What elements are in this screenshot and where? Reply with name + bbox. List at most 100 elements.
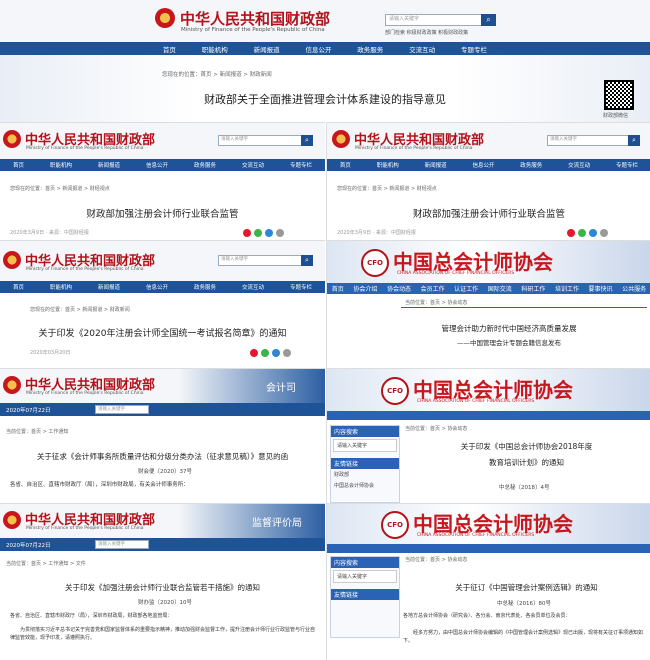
sidebar-search-input[interactable]: 请输入关键字 [333,570,397,583]
article-title: 财政部加强注册会计师行业联合监管 [86,209,239,220]
search-button[interactable]: ⌕ [301,135,313,146]
search-input[interactable]: 请输入关键字 [385,14,484,26]
article-title: 关于征订《中国管理会计案例选辑》的通知 [455,583,598,592]
qq-icon[interactable] [265,229,273,237]
cfo-nav [327,544,650,553]
article-meta: 2020年3月9日 · 来源：中国财经报 [337,230,416,236]
nav-services[interactable]: 政务服务 [520,161,542,169]
nav-topics[interactable]: 专题专栏 [290,161,312,169]
share-bar [567,229,608,237]
share-icon[interactable] [276,229,284,237]
wechat-icon[interactable] [578,229,586,237]
search-input[interactable]: 请输入关键字 [95,540,149,549]
cfo-banner: CFO 中国总会计师协会 CHINA ASSOCIATION OF CHIEF … [327,241,650,283]
panel-mof-accounting-dept: 中华人民共和国财政部 Ministry of Finance of the Pe… [0,368,325,504]
date-bar: 2020年07月22日 请输入关键字 [0,403,325,416]
nav-home[interactable]: 首页 [340,161,351,169]
search-input[interactable]: 请输入关键字 [95,405,149,414]
nav-home[interactable]: 首页 [13,283,24,291]
nav-topics[interactable]: 专题专栏 [616,161,638,169]
cfo-logo-icon: CFO [361,249,389,277]
search-button[interactable]: ⌕ [628,135,640,146]
nav-info[interactable]: 信息公开 [305,44,331,54]
search-input[interactable]: 请输入关键字 [547,135,629,146]
mof-logo-en: Ministry of Finance of the People's Repu… [181,27,325,33]
date-bar: 2020年07月22日 请输入关键字 [0,538,325,551]
search-button[interactable]: ⌕ [301,255,313,266]
nav-info[interactable]: 信息公开 [472,161,494,169]
nav-interaction[interactable]: 交流互动 [242,283,264,291]
breadcrumb: 当前位置：首页 > 协会动态 [405,300,468,306]
nav-departments[interactable]: 职能机构 [377,161,399,169]
nav-home[interactable]: 首页 [163,44,176,54]
cfo-nav-certification[interactable]: 认证工作 [454,284,478,293]
cfo-nav-public[interactable]: 公共服务 [622,284,646,293]
nav-departments[interactable]: 职能机构 [50,161,72,169]
nav-info[interactable]: 信息公开 [146,283,168,291]
article-body-line2: 经多方努力，由中国总会计师协会编辑的《中国管理会计案例选辑》现已出版，现将有关征… [403,630,644,644]
weibo-icon[interactable] [250,349,258,357]
quick-links[interactable]: 部门检索 积极财政政策 积极财政政策 [385,29,468,36]
nav-news[interactable]: 新闻报道 [98,283,120,291]
nav-interaction[interactable]: 交流互动 [409,44,435,54]
panel-mof-joint-supervision-b: 中华人民共和国财政部 Ministry of Finance of the Pe… [326,122,650,241]
cfo-nav-news[interactable]: 协会动态 [387,284,411,293]
nav-interaction[interactable]: 交流互动 [242,161,264,169]
current-date: 2020年07月22日 [6,543,51,549]
mof-header: 中华人民共和国财政部 Ministry of Finance of the Pe… [0,241,325,283]
nav-topics[interactable]: 专题专栏 [461,44,487,54]
nav-services[interactable]: 政务服务 [194,283,216,291]
article-title: 财政部关于全面推进管理会计体系建设的指导意见 [204,93,446,106]
article-subtitle: ——中国管理会计专题会籍信息发布 [457,339,561,347]
search-input[interactable]: 请输入关键字 [218,255,302,266]
sidebar-search-input[interactable]: 请输入关键字 [333,439,397,452]
nav-departments[interactable]: 职能机构 [50,283,72,291]
nav-news[interactable]: 新闻报道 [425,161,447,169]
cfo-nav-members[interactable]: 会员工作 [421,284,445,293]
main-nav: 首页 职能机构 新闻报道 信息公开 政务服务 交流互动 专题专栏 [0,42,650,55]
mof-logo-cn: 中华人民共和国财政部 [180,10,331,28]
search-input[interactable]: 请输入关键字 [218,135,302,146]
cfo-banner: CFO 中国总会计师协会 CHINA ASSOCIATION OF CHIEF … [327,504,650,544]
article-title: 关于印发《加强注册会计师行业联合监管若干措施》的通知 [65,583,260,592]
cfo-nav-research[interactable]: 科研工作 [521,284,545,293]
nav-departments[interactable]: 职能机构 [202,44,228,54]
article-meta: 2020年03月20日 [30,350,71,356]
cfo-nav-home[interactable]: 首页 [332,284,344,293]
cfo-nav-about[interactable]: 协会介绍 [353,284,377,293]
share-icon[interactable] [600,229,608,237]
share-icon[interactable] [283,349,291,357]
nav-home[interactable]: 首页 [13,161,24,169]
weibo-icon[interactable] [243,229,251,237]
cfo-nav-international[interactable]: 国际交流 [488,284,512,293]
sidebar-link[interactable]: 财政部 [331,469,399,480]
weibo-icon[interactable] [567,229,575,237]
mof-logo-en: Ministry of Finance of the People's Repu… [26,267,144,272]
nav-interaction[interactable]: 交流互动 [568,161,590,169]
mof-logo-en: Ministry of Finance of the People's Repu… [26,526,144,531]
nav-info[interactable]: 信息公开 [146,161,168,169]
sidebar: 内容搜索 请输入关键字 友情链接 [330,556,400,638]
breadcrumb: 您现在的位置：首页 > 新闻报道 > 财经视点 [10,186,110,192]
mof-header: 中华人民共和国财政部 Ministry of Finance of the Pe… [0,504,325,538]
wechat-icon[interactable] [254,229,262,237]
doc-number: 中总秘〔2018〕4号 [499,485,550,491]
breadcrumb: 当前位置：首页 > 工作通知 [6,429,69,435]
article-title: 管理会计助力新时代中国经济高质量发展 [441,324,577,333]
wechat-icon[interactable] [261,349,269,357]
sidebar-link[interactable]: 中国总会计师协会 [331,480,399,491]
cfo-nav-training[interactable]: 培训工作 [555,284,579,293]
nav-topics[interactable]: 专题专栏 [290,283,312,291]
search-button[interactable]: ⌕ [481,14,496,26]
nav-news[interactable]: 新闻报道 [254,44,280,54]
national-emblem-icon [3,130,21,148]
qq-icon[interactable] [272,349,280,357]
current-date: 2020年07月22日 [6,408,51,414]
nav-services[interactable]: 政务服务 [357,44,383,54]
nav-news[interactable]: 新闻报道 [98,161,120,169]
sidebar-links-heading: 友情链接 [331,589,399,600]
cfo-nav-express[interactable]: 要事快讯 [589,284,613,293]
qq-icon[interactable] [589,229,597,237]
article-body: 各省、自治区、直辖市财政厅（局），深圳市财政局，有关会计师事务所： [10,482,189,488]
nav-services[interactable]: 政务服务 [194,161,216,169]
